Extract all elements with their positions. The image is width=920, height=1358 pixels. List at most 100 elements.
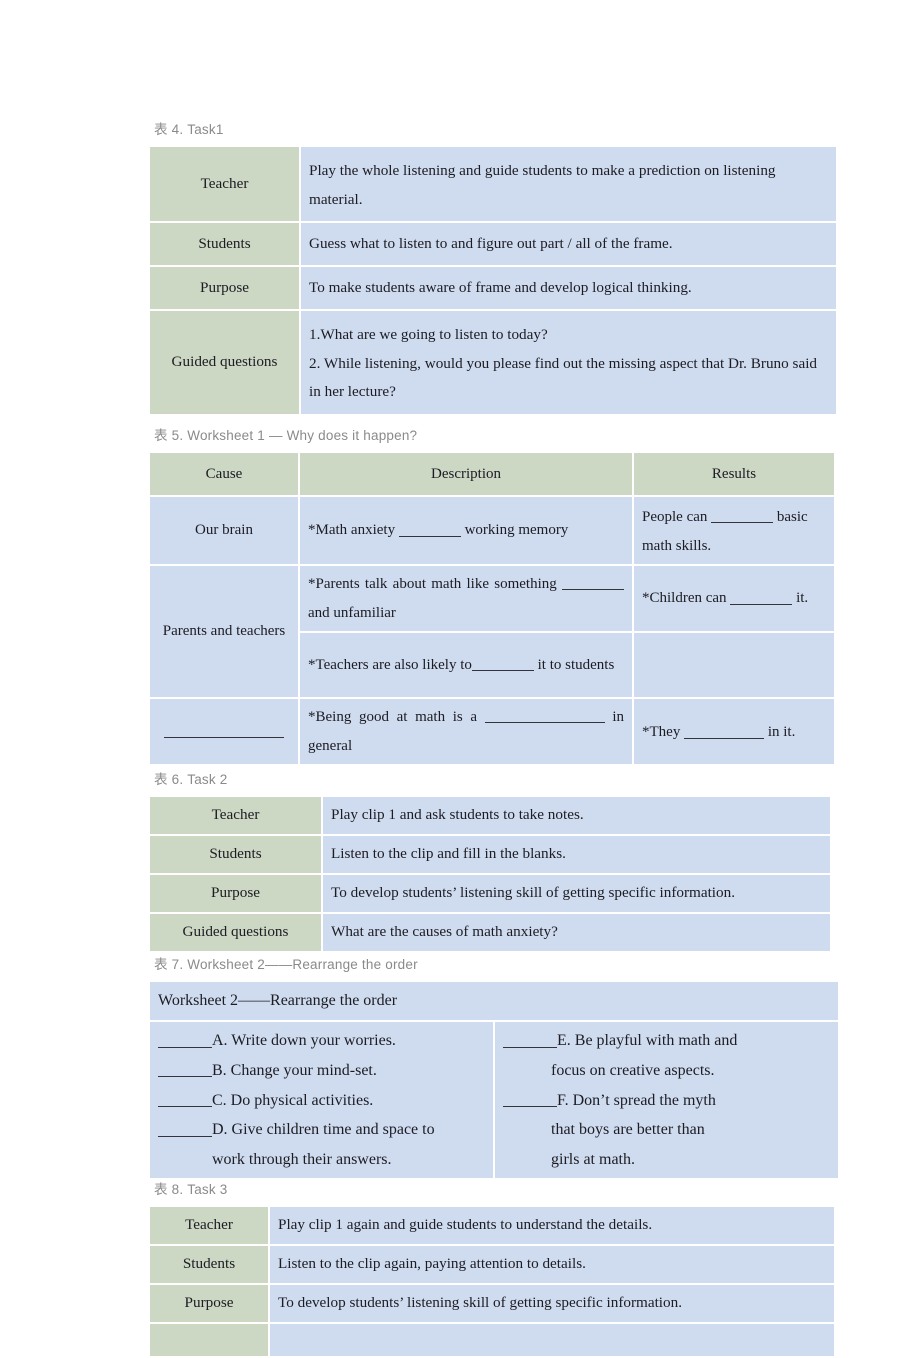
worksheet2-right-column: E. Be playful with math and focus on cre…	[495, 1022, 838, 1179]
table-task3: Teacher Play clip 1 again and guide stud…	[148, 1205, 836, 1358]
row-value-guided-questions: 1.What are we going to listen to today? …	[301, 311, 836, 414]
table-row: Guided questions 1.What are we going to …	[150, 311, 836, 414]
fill-blank[interactable]	[158, 1061, 212, 1078]
fill-blank[interactable]	[562, 575, 624, 591]
document-page: 表 4. Task1 Teacher Play the whole listen…	[0, 0, 920, 1356]
result-2-post: it.	[792, 590, 809, 607]
column-header-results: Results	[634, 453, 834, 495]
table-row: Teacher Play clip 1 again and guide stud…	[150, 1207, 834, 1244]
row-value-teacher: Play clip 1 and ask students to take not…	[323, 797, 830, 834]
table-row	[150, 1323, 834, 1356]
row-value-partial	[270, 1323, 834, 1356]
row-value-purpose: To make students aware of frame and deve…	[301, 267, 836, 309]
row-label-teacher: Teacher	[150, 147, 299, 221]
description-3-pre: *Teachers are also likely to	[308, 656, 472, 673]
description-4: *Being good at math is a in general	[300, 699, 632, 764]
worksheet2-title-row: Worksheet 2——Rearrange the order	[150, 982, 838, 1021]
table-task2: Teacher Play clip 1 and ask students to …	[148, 795, 832, 953]
guided-question-line: 1.What are we going to listen to today?	[309, 325, 548, 343]
table-row: Guided questions What are the causes of …	[150, 913, 830, 951]
table-row: Teacher Play the whole listening and gui…	[150, 147, 836, 221]
column-header-description: Description	[300, 453, 632, 495]
result-4-pre: *They	[642, 724, 685, 741]
description-2: *Parents talk about math like something …	[300, 566, 632, 631]
list-item: B. Change your mind-set.	[158, 1056, 485, 1086]
row-label-purpose: Purpose	[150, 874, 321, 912]
fill-blank[interactable]	[503, 1032, 557, 1048]
table-caption-task1: 表 4. Task1	[154, 122, 224, 137]
list-item: C. Do physical activities.	[158, 1086, 485, 1116]
row-label-students: Students	[150, 835, 321, 873]
table-header-row: Cause Description Results	[150, 453, 834, 495]
description-3-mid: it to students	[533, 656, 615, 673]
table-row: Purpose To make students aware of frame …	[150, 267, 836, 309]
row-value-students: Listen to the clip again, paying attenti…	[270, 1245, 834, 1283]
row-value-guided-questions: What are the causes of math anxiety?	[323, 913, 830, 951]
cause-blank	[150, 699, 298, 764]
description-1-mid: working memory	[460, 522, 569, 539]
list-item-continuation: that boys are better than	[551, 1121, 705, 1139]
row-label-teacher: Teacher	[150, 797, 321, 834]
list-item-continuation: work through their answers.	[212, 1150, 392, 1168]
guided-question-line: 2. While listening, would you please fin…	[309, 354, 818, 401]
table-row: Students Guess what to listen to and fig…	[150, 223, 836, 265]
row-label-students: Students	[150, 1245, 268, 1283]
result-2: *Children can it.	[634, 566, 834, 631]
table-caption-task3: 表 8. Task 3	[154, 1182, 228, 1197]
table-block-task2: 表 6. Task 2 Teacher Play clip 1 and ask …	[148, 768, 830, 953]
worksheet2-body-row: A. Write down your worries. B. Change yo…	[150, 1022, 838, 1179]
row-label-partial	[150, 1323, 268, 1356]
table-row: Teacher Play clip 1 and ask students to …	[150, 797, 830, 834]
cause-our-brain: Our brain	[150, 497, 298, 564]
table-block-task1: 表 4. Task1 Teacher Play the whole listen…	[148, 118, 836, 416]
cause-parents-and-teachers: Parents and teachers	[150, 566, 298, 697]
row-label-teacher: Teacher	[150, 1207, 268, 1244]
list-item-continuation: focus on creative aspects.	[551, 1061, 715, 1079]
description-2-mid: and unfamiliar	[308, 604, 396, 621]
table-row: Our brain *Math anxiety working memory P…	[150, 497, 834, 564]
result-3	[634, 633, 834, 697]
table-worksheet2: Worksheet 2——Rearrange the order A. Writ…	[148, 980, 840, 1180]
table-caption-worksheet2: 表 7. Worksheet 2——Rearrange the order	[154, 957, 418, 972]
table-row: *Being good at math is a in general *The…	[150, 699, 834, 764]
result-1-pre: People can	[642, 509, 712, 525]
description-1: *Math anxiety working memory	[300, 497, 632, 564]
fill-blank[interactable]	[503, 1091, 557, 1107]
table-worksheet1: Cause Description Results Our brain *Mat…	[148, 451, 836, 766]
row-value-teacher: Play clip 1 again and guide students to …	[270, 1207, 834, 1244]
row-label-purpose: Purpose	[150, 267, 299, 309]
list-item-text: D. Give children time and space to	[212, 1121, 435, 1139]
table-block-worksheet1: 表 5. Worksheet 1 — Why does it happen? C…	[148, 424, 834, 766]
list-item-text: B. Change your mind-set.	[212, 1061, 377, 1079]
fill-blank[interactable]	[158, 1120, 212, 1137]
row-label-guided-questions: Guided questions	[150, 913, 321, 951]
result-4-post: in it.	[764, 724, 796, 741]
list-item-text: E. Be playful with math and	[557, 1032, 738, 1050]
table-caption-task2: 表 6. Task 2	[154, 772, 228, 787]
table-block-worksheet2: 表 7. Worksheet 2——Rearrange the order Wo…	[148, 953, 838, 1180]
list-item-text: F. Don’t spread the myth	[557, 1091, 716, 1109]
list-item-text: A. Write down your worries.	[212, 1032, 396, 1050]
list-item-text: C. Do physical activities.	[212, 1091, 374, 1109]
fill-blank[interactable]	[730, 589, 793, 605]
description-3: *Teachers are also likely to it to stude…	[300, 633, 632, 697]
list-item: A. Write down your worries.	[158, 1026, 485, 1056]
row-value-teacher: Play the whole listening and guide stude…	[301, 147, 836, 221]
fill-blank[interactable]	[164, 722, 284, 738]
fill-blank[interactable]	[711, 508, 774, 524]
result-2-pre: *Children can	[642, 590, 731, 607]
row-value-students: Guess what to listen to and figure out p…	[301, 223, 836, 265]
fill-blank[interactable]	[484, 708, 605, 724]
worksheet2-left-column: A. Write down your worries. B. Change yo…	[150, 1022, 493, 1179]
fill-blank[interactable]	[471, 656, 534, 671]
fill-blank[interactable]	[684, 723, 765, 739]
table-row: Purpose To develop students’ listening s…	[150, 1284, 834, 1322]
fill-blank[interactable]	[158, 1091, 212, 1107]
fill-blank[interactable]	[158, 1032, 212, 1048]
description-4-pre: *Being good at math is a	[308, 709, 485, 725]
table-block-task3: 表 8. Task 3 Teacher Play clip 1 again an…	[148, 1178, 834, 1358]
worksheet2-title: Worksheet 2——Rearrange the order	[150, 982, 838, 1021]
fill-blank[interactable]	[398, 521, 461, 537]
table-row: Parents and teachers *Parents talk about…	[150, 566, 834, 697]
row-label-students: Students	[150, 223, 299, 265]
